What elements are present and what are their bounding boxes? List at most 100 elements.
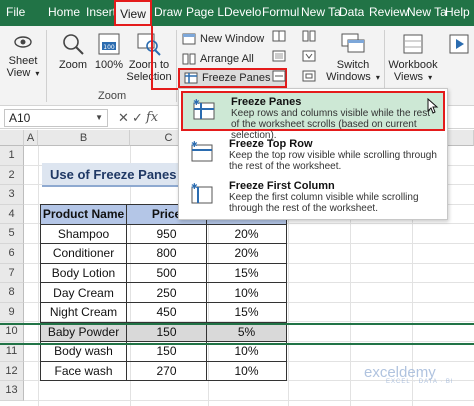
table-cell[interactable]: 20% xyxy=(206,243,287,264)
zoom-label: Zoom xyxy=(58,59,88,71)
zoom-to-selection-button[interactable]: Zoom to Selection xyxy=(126,32,172,83)
row-header[interactable]: 2 xyxy=(0,165,24,186)
enter-icon[interactable]: ✓ xyxy=(132,110,143,126)
tab-insert[interactable]: Insert xyxy=(86,5,114,19)
tab-developer[interactable]: Develo xyxy=(224,5,261,19)
row-header[interactable]: 12 xyxy=(0,361,24,382)
zoom-button[interactable]: Zoom xyxy=(56,32,90,71)
svg-text:✱: ✱ xyxy=(191,183,198,191)
menu-item-freeze-top-row[interactable]: ✱ Freeze Top Row Keep the top row visibl… xyxy=(181,135,445,175)
zoom-100-button[interactable]: 100 100% xyxy=(94,32,124,71)
table-cell[interactable]: 10% xyxy=(206,341,287,362)
table-cell[interactable]: 5% xyxy=(206,321,287,343)
table-cell[interactable]: 270 xyxy=(126,360,207,382)
table-cell[interactable]: 500 xyxy=(126,262,207,284)
row-header[interactable]: 13 xyxy=(0,381,24,401)
workbook-views-label-2: Views xyxy=(393,71,424,83)
ribbon-tab-bar: File Home Insert View Draw Page L Develo… xyxy=(0,0,474,26)
table-row: Conditioner 800 20% xyxy=(40,243,287,264)
tab-home[interactable]: Home xyxy=(48,5,80,19)
menu-item-freeze-panes[interactable]: ✱ Freeze Panes Keep rows and columns vis… xyxy=(181,91,445,141)
svg-text:✱: ✱ xyxy=(191,141,198,149)
gridline xyxy=(38,146,39,406)
tab-view[interactable]: View xyxy=(114,0,152,26)
freeze-panes-icon xyxy=(184,72,198,84)
reset-window-position-icon[interactable] xyxy=(302,70,316,82)
table-cell[interactable]: Shampoo xyxy=(40,223,127,245)
row-header[interactable]: 9 xyxy=(0,302,24,323)
arrange-all-button[interactable]: Arrange All xyxy=(182,50,254,68)
table-cell[interactable]: 450 xyxy=(126,301,207,323)
tab-page-layout[interactable]: Page L xyxy=(186,5,224,19)
menu-item-description: Keep the top row visible while scrolling… xyxy=(229,150,437,172)
freeze-panes-button[interactable]: Freeze Panes▾ xyxy=(178,68,287,88)
tab-help[interactable]: Help xyxy=(445,5,470,19)
row-header[interactable]: 7 xyxy=(0,263,24,284)
row-header[interactable]: 11 xyxy=(0,342,24,362)
table-cell[interactable]: Conditioner xyxy=(40,243,127,264)
watermark-tagline: EXCEL · DATA · BI xyxy=(386,379,454,385)
menu-item-freeze-first-column[interactable]: ✱ Freeze First Column Keep the first col… xyxy=(181,177,445,217)
freeze-panes-menu: ✱ Freeze Panes Keep rows and columns vis… xyxy=(178,88,448,220)
switch-windows-button[interactable]: Switch Windows ▾ xyxy=(326,32,380,84)
view-side-by-side-icon[interactable] xyxy=(302,30,316,42)
freeze-panes-icon: ✱ xyxy=(193,99,215,120)
row-header[interactable]: 5 xyxy=(0,224,24,244)
hide-icon[interactable] xyxy=(272,50,286,62)
row-header[interactable]: 3 xyxy=(0,185,24,205)
table-cell[interactable]: Face wash xyxy=(40,360,127,382)
table-cell[interactable]: Day Cream xyxy=(40,282,127,303)
name-box[interactable]: A10 ▼ xyxy=(4,109,108,127)
zoom-selection-icon xyxy=(137,33,161,56)
zoom-group-label: Zoom xyxy=(98,90,127,102)
zoom-selection-label-2: Selection xyxy=(126,71,172,83)
insert-function-icon[interactable]: fx xyxy=(146,110,158,125)
tab-file[interactable]: File xyxy=(6,5,25,19)
table-cell[interactable]: 15% xyxy=(206,301,287,323)
table-header-cell[interactable]: Product Name xyxy=(40,204,127,225)
gridline xyxy=(24,399,474,401)
table-row: Day Cream 250 10% xyxy=(40,282,287,303)
row-header[interactable]: 4 xyxy=(0,204,24,225)
row-header[interactable]: 10 xyxy=(0,322,24,342)
synchronous-scrolling-icon[interactable] xyxy=(302,50,316,62)
select-all-corner[interactable] xyxy=(0,130,24,146)
sheet-view-label-2: View xyxy=(6,67,31,79)
column-header[interactable]: A xyxy=(24,130,38,146)
table-cell[interactable]: 800 xyxy=(126,243,207,264)
workbook-views-label-1: Workbook xyxy=(388,59,438,71)
table-cell[interactable]: 10% xyxy=(206,282,287,303)
table-cell[interactable]: Body Lotion xyxy=(40,262,127,284)
row-header[interactable]: 1 xyxy=(0,146,24,166)
tab-formulas[interactable]: Formul xyxy=(262,5,299,19)
tab-new-tab-1[interactable]: New Ta xyxy=(301,5,341,19)
zoom-100-icon: 100 xyxy=(98,33,120,55)
tab-data[interactable]: Data xyxy=(339,5,364,19)
table-cell[interactable]: 150 xyxy=(126,341,207,362)
tab-draw[interactable]: Draw xyxy=(154,5,182,19)
macros-button[interactable] xyxy=(446,32,472,59)
table-cell[interactable]: Baby Powder xyxy=(40,321,127,343)
product-table: Product Name Price Shampoo 950 20% Conditio… xyxy=(40,204,287,382)
table-cell[interactable]: 20% xyxy=(206,223,287,245)
new-window-button[interactable]: New Window xyxy=(182,30,264,48)
table-cell[interactable]: Night Cream xyxy=(40,301,127,323)
split-icon[interactable] xyxy=(272,30,286,42)
table-cell[interactable]: 950 xyxy=(126,223,207,245)
zoom-selection-label-1: Zoom to xyxy=(128,59,170,71)
row-header[interactable]: 8 xyxy=(0,283,24,303)
column-header[interactable]: B xyxy=(38,130,130,146)
workbook-views-button[interactable]: Workbook Views ▾ xyxy=(388,32,438,84)
sheet-view-button[interactable]: Sheet View ▾ xyxy=(6,32,40,80)
table-cell[interactable]: 150 xyxy=(126,321,207,343)
new-window-icon xyxy=(182,33,196,45)
tab-review[interactable]: Review xyxy=(369,5,408,19)
table-cell[interactable]: Body wash xyxy=(40,341,127,362)
table-cell[interactable]: 15% xyxy=(206,262,287,284)
cancel-icon[interactable]: ✕ xyxy=(118,110,129,126)
table-cell[interactable]: 10% xyxy=(206,360,287,382)
unhide-icon[interactable] xyxy=(272,70,286,82)
row-header[interactable]: 6 xyxy=(0,244,24,264)
table-cell[interactable]: 250 xyxy=(126,282,207,303)
tab-new-tab-2[interactable]: New Ta xyxy=(407,5,447,19)
